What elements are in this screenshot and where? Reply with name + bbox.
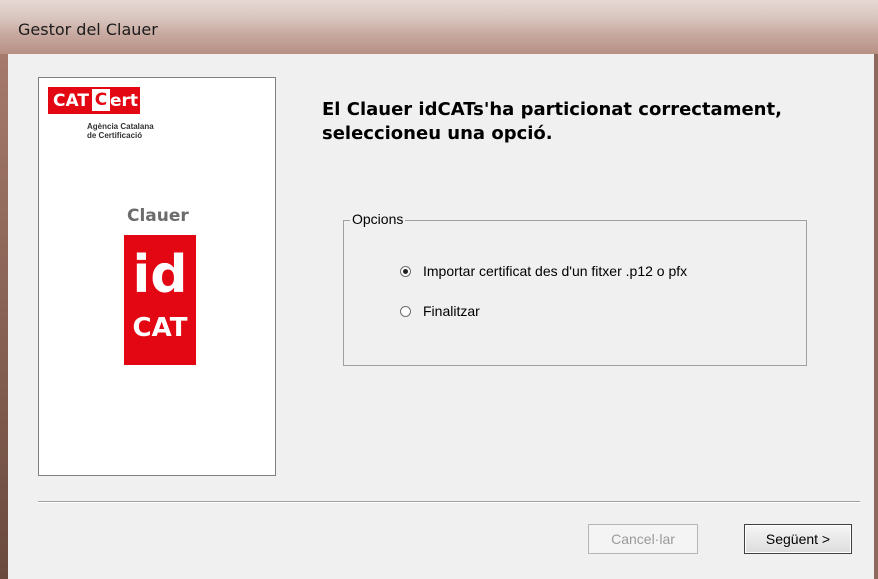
- agency-name: Agència Catalana de Certificació: [87, 122, 154, 140]
- catcert-logo-c: C: [92, 89, 110, 111]
- options-legend: Opcions: [350, 211, 406, 227]
- window-frame-left: [0, 54, 8, 579]
- idcat-logo: id CAT: [124, 235, 196, 365]
- footer-divider: [38, 501, 860, 503]
- catcert-logo-ert: ert: [110, 91, 139, 111]
- options-groupbox: Opcions Importar certificat des d'un fit…: [343, 211, 807, 366]
- instruction-heading-line1: El Clauer idCATs'ha particionat correcta…: [322, 99, 782, 120]
- dialog-client-area: CAT C ert Agència Catalana de Certificac…: [8, 54, 874, 579]
- option-import-certificate-label[interactable]: Importar certificat des d'un fitxer .p12…: [423, 263, 687, 279]
- instruction-heading: El Clauer idCATs'ha particionat correcta…: [322, 98, 782, 146]
- instruction-heading-line2: seleccioneu una opció.: [322, 123, 553, 144]
- option-finish-label[interactable]: Finalitzar: [423, 303, 480, 319]
- radio-import-certificate[interactable]: [400, 265, 411, 277]
- idcat-logo-id: id: [132, 245, 188, 305]
- window-title: Gestor del Clauer: [18, 20, 158, 39]
- agency-name-line2: de Certificació: [87, 131, 143, 140]
- catcert-logo-cat: CAT: [53, 91, 89, 111]
- option-finish[interactable]: Finalitzar: [400, 303, 480, 319]
- next-button[interactable]: Següent >: [744, 524, 852, 554]
- clauer-title: Clauer: [127, 206, 189, 226]
- title-bar[interactable]: Gestor del Clauer: [0, 0, 878, 54]
- agency-name-line1: Agència Catalana: [87, 122, 154, 131]
- radio-finish[interactable]: [400, 305, 411, 317]
- dialog-window: Gestor del Clauer CAT C ert Agència Cata…: [0, 0, 878, 579]
- idcat-logo-cat: CAT: [132, 313, 188, 343]
- window-frame-right: [874, 54, 878, 579]
- option-import-certificate[interactable]: Importar certificat des d'un fitxer .p12…: [400, 263, 687, 279]
- catcert-logo: CAT C ert: [48, 87, 140, 114]
- branding-panel: CAT C ert Agència Catalana de Certificac…: [38, 77, 276, 476]
- cancel-button[interactable]: Cancel·lar: [588, 524, 698, 554]
